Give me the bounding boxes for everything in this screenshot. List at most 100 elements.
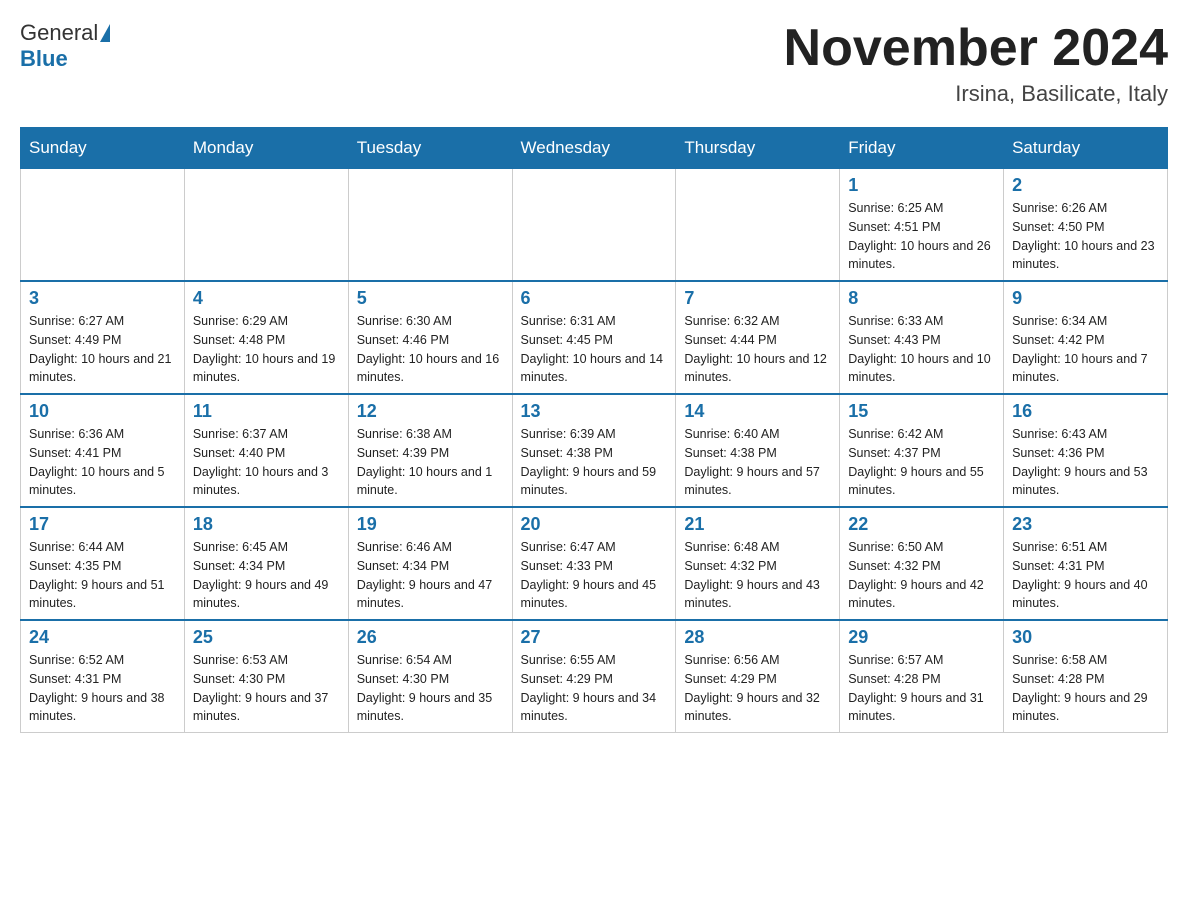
day-info: Sunrise: 6:45 AMSunset: 4:34 PMDaylight:… — [193, 538, 340, 613]
day-info: Sunrise: 6:44 AMSunset: 4:35 PMDaylight:… — [29, 538, 176, 613]
calendar-week-row: 10 Sunrise: 6:36 AMSunset: 4:41 PMDayligh… — [21, 394, 1168, 507]
calendar-cell: 1 Sunrise: 6:25 AMSunset: 4:51 PMDaylight… — [840, 169, 1004, 282]
day-info: Sunrise: 6:42 AMSunset: 4:37 PMDaylight:… — [848, 425, 995, 500]
day-info: Sunrise: 6:58 AMSunset: 4:28 PMDaylight:… — [1012, 651, 1159, 726]
calendar-week-row: 17 Sunrise: 6:44 AMSunset: 4:35 PMDayligh… — [21, 507, 1168, 620]
day-number: 28 — [684, 627, 831, 648]
calendar-cell: 7Sunrise: 6:32 AMSunset: 4:44 PMDaylight… — [676, 281, 840, 394]
day-info: Sunrise: 6:43 AMSunset: 4:36 PMDaylight:… — [1012, 425, 1159, 500]
day-info: Sunrise: 6:46 AMSunset: 4:34 PMDaylight:… — [357, 538, 504, 613]
calendar-week-row: 1 Sunrise: 6:25 AMSunset: 4:51 PMDaylight… — [21, 169, 1168, 282]
day-number: 1 — [848, 175, 995, 196]
calendar-cell: 2Sunrise: 6:26 AMSunset: 4:50 PMDaylight… — [1004, 169, 1168, 282]
calendar-cell — [512, 169, 676, 282]
day-info: Sunrise: 6:34 AMSunset: 4:42 PMDaylight:… — [1012, 312, 1159, 387]
calendar-cell: 6 Sunrise: 6:31 AMSunset: 4:45 PMDaylight… — [512, 281, 676, 394]
weekday-header-saturday: Saturday — [1004, 128, 1168, 169]
day-info: Sunrise: 6:53 AMSunset: 4:30 PMDaylight:… — [193, 651, 340, 726]
calendar-table: SundayMondayTuesdayWednesdayThursdayFrid… — [20, 127, 1168, 733]
calendar-cell: 22Sunrise: 6:50 AMSunset: 4:32 PMDayligh… — [840, 507, 1004, 620]
page-header: General Blue November 2024 Irsina, Basil… — [20, 20, 1168, 107]
day-info: Sunrise: 6:48 AMSunset: 4:32 PMDaylight:… — [684, 538, 831, 613]
calendar-cell: 12 Sunrise: 6:38 AMSunset: 4:39 PMDayligh… — [348, 394, 512, 507]
logo-blue-text: Blue — [20, 46, 68, 71]
calendar-cell — [348, 169, 512, 282]
day-number: 5 — [357, 288, 504, 309]
day-number: 21 — [684, 514, 831, 535]
day-number: 23 — [1012, 514, 1159, 535]
day-number: 24 — [29, 627, 176, 648]
day-number: 11 — [193, 401, 340, 422]
day-number: 4 — [193, 288, 340, 309]
calendar-cell — [21, 169, 185, 282]
day-info: Sunrise: 6:54 AMSunset: 4:30 PMDaylight:… — [357, 651, 504, 726]
calendar-cell: 9Sunrise: 6:34 AMSunset: 4:42 PMDaylight… — [1004, 281, 1168, 394]
calendar-cell: 26Sunrise: 6:54 AMSunset: 4:30 PMDayligh… — [348, 620, 512, 733]
day-info: Sunrise: 6:36 AMSunset: 4:41 PMDaylight:… — [29, 425, 176, 500]
location-title: Irsina, Basilicate, Italy — [784, 81, 1168, 107]
calendar-cell: 29 Sunrise: 6:57 AMSunset: 4:28 PMDayligh… — [840, 620, 1004, 733]
day-info: Sunrise: 6:57 AMSunset: 4:28 PMDaylight:… — [848, 651, 995, 726]
day-number: 15 — [848, 401, 995, 422]
day-number: 25 — [193, 627, 340, 648]
calendar-cell: 14 Sunrise: 6:40 AMSunset: 4:38 PMDayligh… — [676, 394, 840, 507]
weekday-header-wednesday: Wednesday — [512, 128, 676, 169]
day-number: 8 — [848, 288, 995, 309]
calendar-cell: 8 Sunrise: 6:33 AMSunset: 4:43 PMDaylight… — [840, 281, 1004, 394]
day-info: Sunrise: 6:39 AMSunset: 4:38 PMDaylight:… — [521, 425, 668, 500]
day-info: Sunrise: 6:50 AMSunset: 4:32 PMDaylight:… — [848, 538, 995, 613]
day-info: Sunrise: 6:30 AMSunset: 4:46 PMDaylight:… — [357, 312, 504, 387]
day-number: 13 — [521, 401, 668, 422]
calendar-cell: 17 Sunrise: 6:44 AMSunset: 4:35 PMDayligh… — [21, 507, 185, 620]
calendar-week-row: 24Sunrise: 6:52 AMSunset: 4:31 PMDayligh… — [21, 620, 1168, 733]
day-info: Sunrise: 6:25 AMSunset: 4:51 PMDaylight:… — [848, 199, 995, 274]
calendar-cell: 18Sunrise: 6:45 AMSunset: 4:34 PMDayligh… — [184, 507, 348, 620]
day-number: 12 — [357, 401, 504, 422]
calendar-week-row: 3 Sunrise: 6:27 AMSunset: 4:49 PMDaylight… — [21, 281, 1168, 394]
calendar-cell: 13 Sunrise: 6:39 AMSunset: 4:38 PMDayligh… — [512, 394, 676, 507]
calendar-cell: 24Sunrise: 6:52 AMSunset: 4:31 PMDayligh… — [21, 620, 185, 733]
day-number: 20 — [521, 514, 668, 535]
weekday-header-friday: Friday — [840, 128, 1004, 169]
weekday-header-sunday: Sunday — [21, 128, 185, 169]
calendar-cell: 15 Sunrise: 6:42 AMSunset: 4:37 PMDayligh… — [840, 394, 1004, 507]
day-number: 3 — [29, 288, 176, 309]
weekday-header-thursday: Thursday — [676, 128, 840, 169]
logo-general-text: General — [20, 20, 98, 46]
calendar-cell: 11Sunrise: 6:37 AMSunset: 4:40 PMDayligh… — [184, 394, 348, 507]
day-info: Sunrise: 6:26 AMSunset: 4:50 PMDaylight:… — [1012, 199, 1159, 274]
title-section: November 2024 Irsina, Basilicate, Italy — [784, 20, 1168, 107]
day-number: 10 — [29, 401, 176, 422]
calendar-cell: 27Sunrise: 6:55 AMSunset: 4:29 PMDayligh… — [512, 620, 676, 733]
month-title: November 2024 — [784, 20, 1168, 77]
day-info: Sunrise: 6:55 AMSunset: 4:29 PMDaylight:… — [521, 651, 668, 726]
weekday-header-monday: Monday — [184, 128, 348, 169]
weekday-header-tuesday: Tuesday — [348, 128, 512, 169]
day-info: Sunrise: 6:29 AMSunset: 4:48 PMDaylight:… — [193, 312, 340, 387]
day-number: 19 — [357, 514, 504, 535]
calendar-cell: 21 Sunrise: 6:48 AMSunset: 4:32 PMDayligh… — [676, 507, 840, 620]
calendar-cell — [676, 169, 840, 282]
calendar-cell — [184, 169, 348, 282]
day-number: 6 — [521, 288, 668, 309]
calendar-cell: 16 Sunrise: 6:43 AMSunset: 4:36 PMDayligh… — [1004, 394, 1168, 507]
day-number: 14 — [684, 401, 831, 422]
day-info: Sunrise: 6:31 AMSunset: 4:45 PMDaylight:… — [521, 312, 668, 387]
calendar-cell: 4 Sunrise: 6:29 AMSunset: 4:48 PMDaylight… — [184, 281, 348, 394]
logo-triangle-icon — [100, 24, 110, 42]
day-info: Sunrise: 6:38 AMSunset: 4:39 PMDaylight:… — [357, 425, 504, 500]
day-info: Sunrise: 6:40 AMSunset: 4:38 PMDaylight:… — [684, 425, 831, 500]
weekday-header-row: SundayMondayTuesdayWednesdayThursdayFrid… — [21, 128, 1168, 169]
calendar-cell: 5 Sunrise: 6:30 AMSunset: 4:46 PMDaylight… — [348, 281, 512, 394]
day-number: 17 — [29, 514, 176, 535]
day-number: 16 — [1012, 401, 1159, 422]
day-info: Sunrise: 6:32 AMSunset: 4:44 PMDaylight:… — [684, 312, 831, 387]
day-info: Sunrise: 6:56 AMSunset: 4:29 PMDaylight:… — [684, 651, 831, 726]
day-info: Sunrise: 6:51 AMSunset: 4:31 PMDaylight:… — [1012, 538, 1159, 613]
calendar-cell: 23 Sunrise: 6:51 AMSunset: 4:31 PMDayligh… — [1004, 507, 1168, 620]
calendar-cell: 25 Sunrise: 6:53 AMSunset: 4:30 PMDayligh… — [184, 620, 348, 733]
day-number: 29 — [848, 627, 995, 648]
day-info: Sunrise: 6:27 AMSunset: 4:49 PMDaylight:… — [29, 312, 176, 387]
calendar-cell: 28 Sunrise: 6:56 AMSunset: 4:29 PMDayligh… — [676, 620, 840, 733]
day-info: Sunrise: 6:33 AMSunset: 4:43 PMDaylight:… — [848, 312, 995, 387]
